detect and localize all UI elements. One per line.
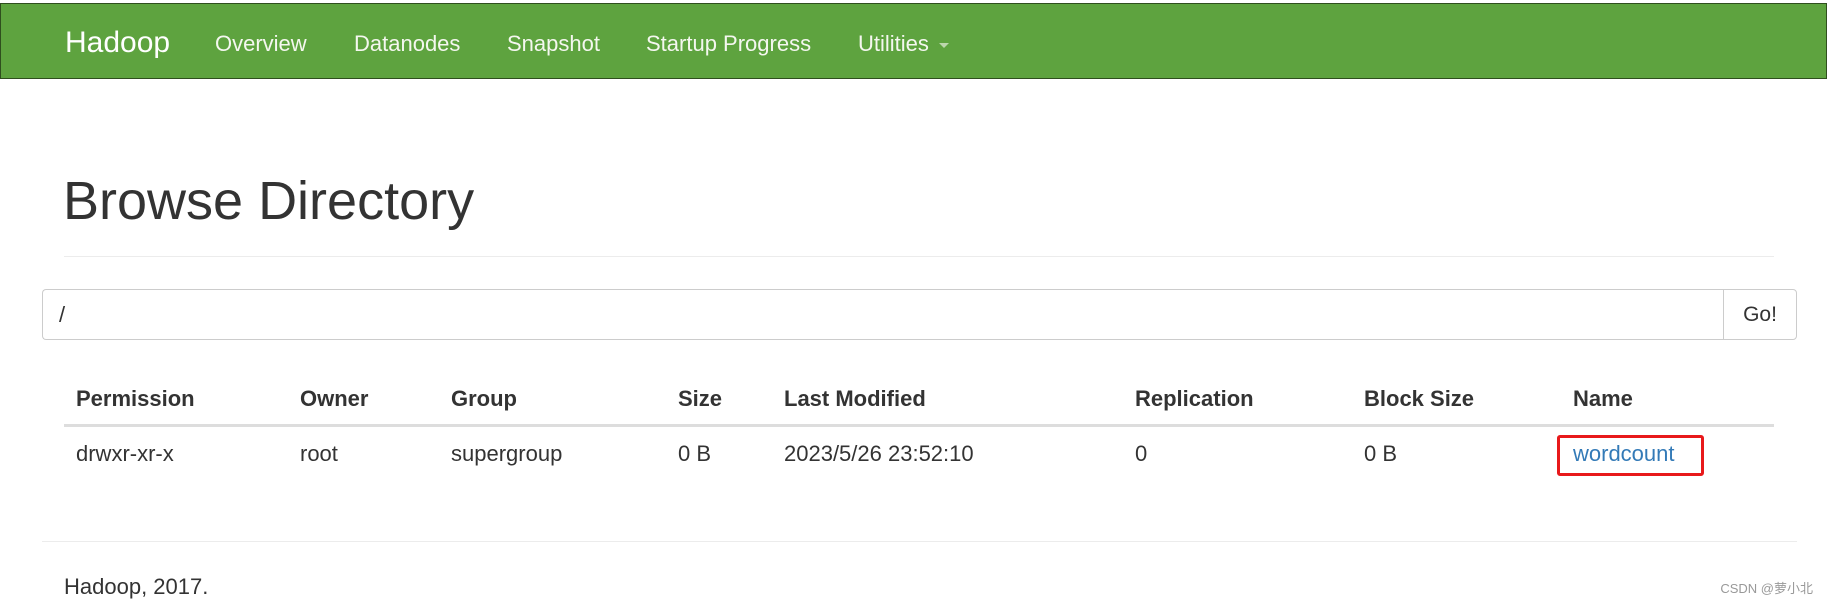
go-button[interactable]: Go!: [1723, 289, 1797, 340]
nav-startup-progress[interactable]: Startup Progress: [646, 31, 811, 57]
cell-permission: drwxr-xr-x: [76, 441, 174, 466]
column-header-block-size[interactable]: Block Size: [1364, 386, 1474, 412]
directory-link-wordcount[interactable]: wordcount: [1573, 441, 1675, 467]
column-header-owner[interactable]: Owner: [300, 386, 368, 412]
caret-down-icon: [938, 42, 949, 48]
table-header-row: Permission Owner Group Size Last Modifie…: [64, 378, 1774, 427]
cell-last-modified: 2023/5/26 23:52:10: [784, 441, 974, 466]
footer-divider: [42, 541, 1797, 542]
footer-copyright: Hadoop, 2017.: [64, 574, 209, 599]
column-header-name[interactable]: Name: [1573, 386, 1633, 412]
cell-block-size: 0 B: [1364, 441, 1398, 466]
nav-snapshot[interactable]: Snapshot: [507, 31, 600, 57]
column-header-size[interactable]: Size: [678, 386, 722, 412]
nav-datanodes[interactable]: Datanodes: [354, 31, 460, 57]
nav-utilities-label: Utilities: [858, 31, 929, 56]
column-header-replication[interactable]: Replication: [1135, 386, 1254, 412]
directory-path-input[interactable]: [42, 289, 1723, 340]
column-header-last-modified[interactable]: Last Modified: [784, 386, 926, 412]
top-navbar: Hadoop Overview Datanodes Snapshot Start…: [0, 3, 1827, 79]
cell-replication: 0: [1135, 441, 1148, 466]
watermark-text: CSDN @萝小北: [1720, 581, 1813, 596]
title-divider: [64, 256, 1774, 257]
cell-group: supergroup: [451, 441, 563, 466]
cell-owner: root: [300, 441, 338, 466]
nav-utilities-dropdown[interactable]: Utilities: [858, 31, 949, 57]
column-header-permission[interactable]: Permission: [76, 386, 195, 412]
table-row: drwxr-xr-x root supergroup 0 B 2023/5/26…: [64, 427, 1774, 479]
cell-size: 0 B: [678, 441, 712, 466]
column-header-group[interactable]: Group: [451, 386, 517, 412]
nav-overview[interactable]: Overview: [215, 31, 307, 57]
page-title: Browse Directory: [63, 171, 475, 231]
path-input-group: Go!: [42, 289, 1797, 340]
brand-link[interactable]: Hadoop: [65, 26, 170, 60]
